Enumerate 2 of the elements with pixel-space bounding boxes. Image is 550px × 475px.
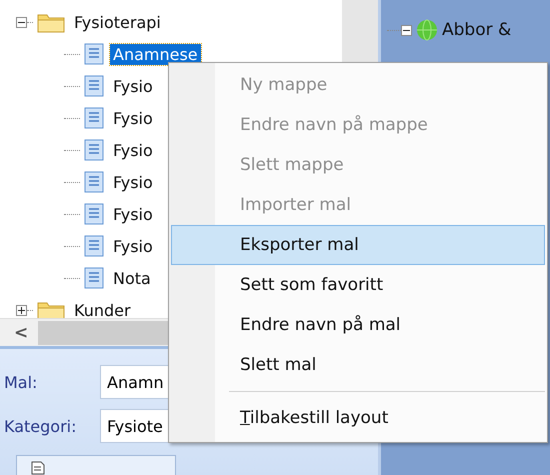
field-label: Kategori: — [4, 416, 78, 436]
field-label: Mal: — [4, 372, 38, 392]
